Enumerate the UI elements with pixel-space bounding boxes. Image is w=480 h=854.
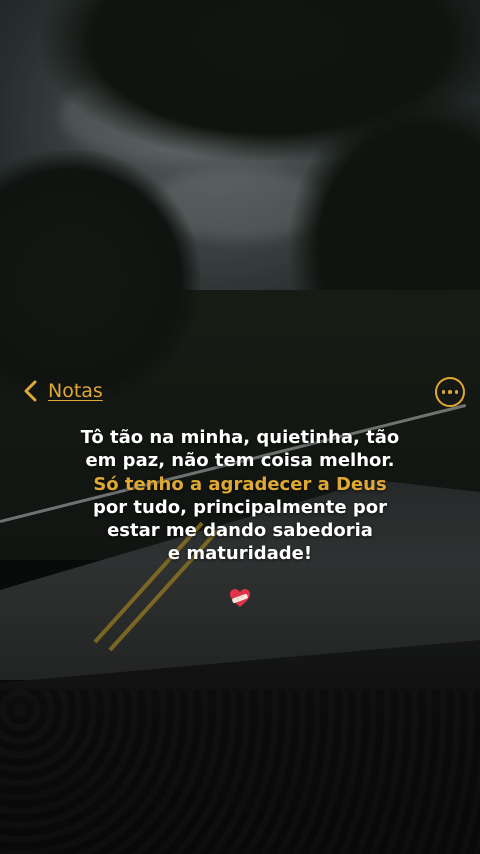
dot-icon	[454, 390, 459, 394]
back-button[interactable]: Notas	[22, 376, 103, 406]
dot-icon	[448, 390, 452, 394]
note-line: Tô tão na minha, quietinha, tão	[80, 427, 400, 448]
note-line: em paz, não tem coisa melhor.	[85, 450, 395, 472]
heart-with-bandage-icon	[230, 589, 250, 607]
note-text: Tô tão na minha, quietinha, tão em paz, …	[40, 426, 440, 566]
note-line: e maturidade!	[167, 543, 313, 565]
dot-icon	[441, 390, 446, 394]
chevron-left-icon	[24, 380, 37, 402]
note-line-highlighted: Só tenho a agradecer a Deus	[93, 473, 387, 495]
more-options-button[interactable]	[435, 377, 465, 407]
back-button-label: Notas	[48, 380, 103, 402]
note-line: estar me dando sabedoria	[107, 520, 373, 542]
note-line: por tudo, principalmente por	[93, 496, 387, 518]
